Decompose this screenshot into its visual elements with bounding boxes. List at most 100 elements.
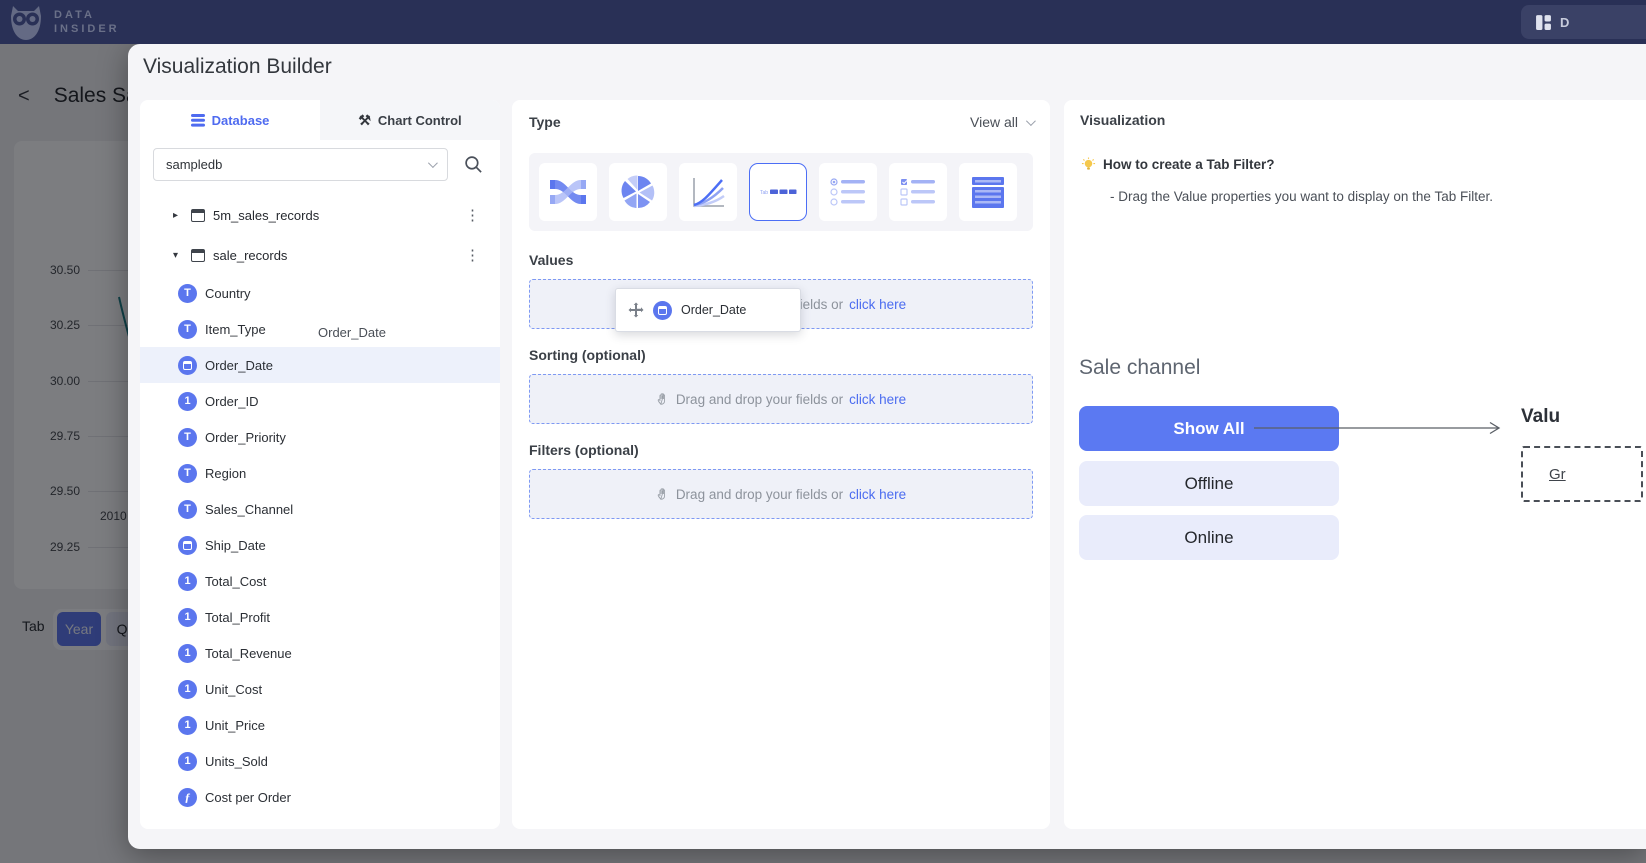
field-row[interactable]: ƒ Cost per Order: [140, 779, 500, 815]
chart-type-line[interactable]: [679, 163, 737, 221]
table-chart-icon: [968, 172, 1008, 212]
drag-ghost-label: Order_Date: [681, 303, 746, 317]
kebab-menu-icon[interactable]: ⋮: [465, 206, 500, 224]
chart-type-tab-filter[interactable]: Tab: [749, 163, 807, 221]
search-icon[interactable]: [464, 155, 483, 174]
field-label: Order_ID: [205, 394, 258, 409]
field-row[interactable]: 1 Units_Sold: [140, 743, 500, 779]
date-field-icon: [653, 301, 672, 320]
field-row[interactable]: Ship_Date: [140, 527, 500, 563]
field-row[interactable]: 1 Unit_Cost: [140, 671, 500, 707]
caret-collapsed-icon[interactable]: ▸: [173, 210, 183, 221]
tab-filter-icon: Tab: [758, 172, 798, 212]
table-icon: [191, 209, 205, 222]
drag-source-ghost-label: Order_Date: [318, 325, 386, 340]
drag-hand-icon: [656, 487, 670, 501]
text-field-icon: T: [178, 320, 197, 339]
field-label: Order_Priority: [205, 430, 286, 445]
sorting-section-title: Sorting (optional): [529, 347, 1033, 363]
sorting-dropzone[interactable]: Drag and drop your fields or click here: [529, 374, 1033, 424]
database-icon: [191, 114, 205, 127]
field-row[interactable]: T Sales_Channel: [140, 491, 500, 527]
radio-list-icon: [828, 172, 868, 212]
lightbulb-icon: [1081, 157, 1096, 172]
chevron-down-icon: [1026, 116, 1036, 126]
line-chart-icon: [688, 172, 728, 212]
field-row[interactable]: 1 Unit_Price: [140, 707, 500, 743]
field-row-selected[interactable]: Order_Date: [140, 347, 500, 383]
field-row[interactable]: 1 Total_Revenue: [140, 635, 500, 671]
pie-chart-icon: [618, 172, 658, 212]
table-row-5m-sales-records[interactable]: ▸ 5m_sales_records ⋮: [140, 195, 500, 235]
chart-type-checkbox-list[interactable]: [889, 163, 947, 221]
annotation-group-link[interactable]: Gr: [1549, 466, 1566, 483]
tools-icon: ⚒: [358, 113, 371, 127]
drag-hand-icon: [656, 392, 670, 406]
table-label: sale_records: [213, 248, 457, 263]
left-panel-tabs: Database ⚒ Chart Control: [140, 100, 500, 140]
type-section-title: Type: [529, 114, 561, 130]
field-row[interactable]: T Region: [140, 455, 500, 491]
number-field-icon: 1: [178, 608, 197, 627]
dashboard-button[interactable]: D: [1521, 5, 1646, 39]
table-icon: [191, 249, 205, 262]
svg-text:Tab: Tab: [760, 190, 768, 196]
number-field-icon: 1: [178, 392, 197, 411]
tab-chart-control-label: Chart Control: [378, 113, 462, 128]
field-label: Total_Cost: [205, 574, 266, 589]
date-field-icon: [178, 356, 197, 375]
number-field-icon: 1: [178, 716, 197, 735]
view-all-button[interactable]: View all: [970, 114, 1033, 130]
table-label: 5m_sales_records: [213, 208, 457, 223]
field-label: Item_Type: [205, 322, 266, 337]
click-here-link[interactable]: click here: [849, 392, 906, 407]
click-here-link[interactable]: click here: [849, 487, 906, 502]
field-row[interactable]: T Country: [140, 275, 500, 311]
caret-expanded-icon[interactable]: ▾: [173, 250, 183, 261]
field-label: Unit_Cost: [205, 682, 262, 697]
annotation-value-label: Valu: [1521, 406, 1560, 428]
app-logo[interactable]: DATA INSIDER: [8, 2, 120, 42]
chart-type-sankey[interactable]: [539, 163, 597, 221]
tab-chart-control[interactable]: ⚒ Chart Control: [320, 100, 500, 140]
tab-filter-widget-title: Sale channel: [1079, 356, 1200, 380]
number-field-icon: 1: [178, 644, 197, 663]
table-row-sale-records[interactable]: ▾ sale_records ⋮: [140, 235, 500, 275]
modal-title: Visualization Builder: [143, 55, 332, 79]
tab-database[interactable]: Database: [140, 100, 320, 140]
visualization-title: Visualization: [1080, 112, 1165, 128]
number-field-icon: 1: [178, 752, 197, 771]
field-row[interactable]: 1 Total_Profit: [140, 599, 500, 635]
field-label: Region: [205, 466, 246, 481]
chart-type-pie[interactable]: [609, 163, 667, 221]
database-select[interactable]: sampledb: [153, 148, 448, 181]
function-field-icon: ƒ: [178, 788, 197, 807]
field-label: Unit_Price: [205, 718, 265, 733]
field-row[interactable]: 1 Total_Cost: [140, 563, 500, 599]
chart-type-table[interactable]: [959, 163, 1017, 221]
kebab-menu-icon[interactable]: ⋮: [465, 246, 500, 264]
filters-title-text: Filters: [529, 442, 571, 458]
field-label: Ship_Date: [205, 538, 266, 553]
field-row[interactable]: 1 Order_ID: [140, 383, 500, 419]
chart-type-radio-list[interactable]: [819, 163, 877, 221]
dropzone-placeholder: Drag and drop your fields or: [676, 392, 843, 407]
tab-option-online[interactable]: Online: [1079, 515, 1339, 560]
filters-dropzone[interactable]: Drag and drop your fields or click here: [529, 469, 1033, 519]
text-field-icon: T: [178, 284, 197, 303]
database-select-value: sampledb: [166, 157, 222, 172]
number-field-icon: 1: [178, 680, 197, 699]
text-field-icon: T: [178, 500, 197, 519]
click-here-link[interactable]: click here: [849, 297, 906, 312]
chart-type-strip: Tab: [529, 153, 1033, 231]
app-header: DATA INSIDER D: [0, 0, 1646, 44]
dropzone-placeholder: Drag and drop your fields or: [676, 487, 843, 502]
tab-option-offline[interactable]: Offline: [1079, 461, 1339, 506]
values-section-title: Values: [529, 252, 1033, 268]
annotation-group-box: Gr: [1521, 446, 1643, 502]
drag-ghost-card[interactable]: Order_Date: [615, 288, 801, 332]
field-label: Units_Sold: [205, 754, 268, 769]
configuration-panel: Type View all: [512, 100, 1050, 829]
text-field-icon: T: [178, 428, 197, 447]
field-row[interactable]: T Order_Priority: [140, 419, 500, 455]
